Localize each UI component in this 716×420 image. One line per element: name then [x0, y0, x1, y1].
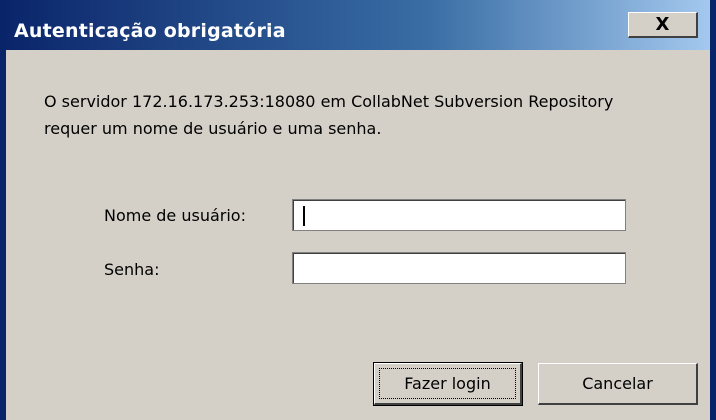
- cancel-button[interactable]: Cancelar: [538, 363, 698, 405]
- window-frame-left: [0, 0, 6, 420]
- login-button-label: Fazer login: [404, 374, 491, 393]
- password-label: Senha:: [104, 260, 160, 279]
- login-button[interactable]: Fazer login: [373, 362, 523, 406]
- password-field[interactable]: [292, 252, 626, 284]
- close-icon: X: [655, 13, 670, 35]
- title-bar[interactable]: Autenticação obrigatória X: [0, 0, 716, 50]
- close-button[interactable]: X: [628, 12, 698, 38]
- cancel-button-label: Cancelar: [582, 374, 653, 393]
- auth-dialog: Autenticação obrigatória X O servidor 17…: [0, 0, 716, 420]
- window-frame-right: [710, 0, 716, 420]
- dialog-title: Autenticação obrigatória: [14, 20, 286, 42]
- username-label: Nome de usuário:: [104, 206, 246, 225]
- auth-message: O servidor 172.16.173.253:18080 em Colla…: [44, 92, 614, 138]
- text-caret: [303, 206, 305, 226]
- username-field[interactable]: [292, 199, 626, 231]
